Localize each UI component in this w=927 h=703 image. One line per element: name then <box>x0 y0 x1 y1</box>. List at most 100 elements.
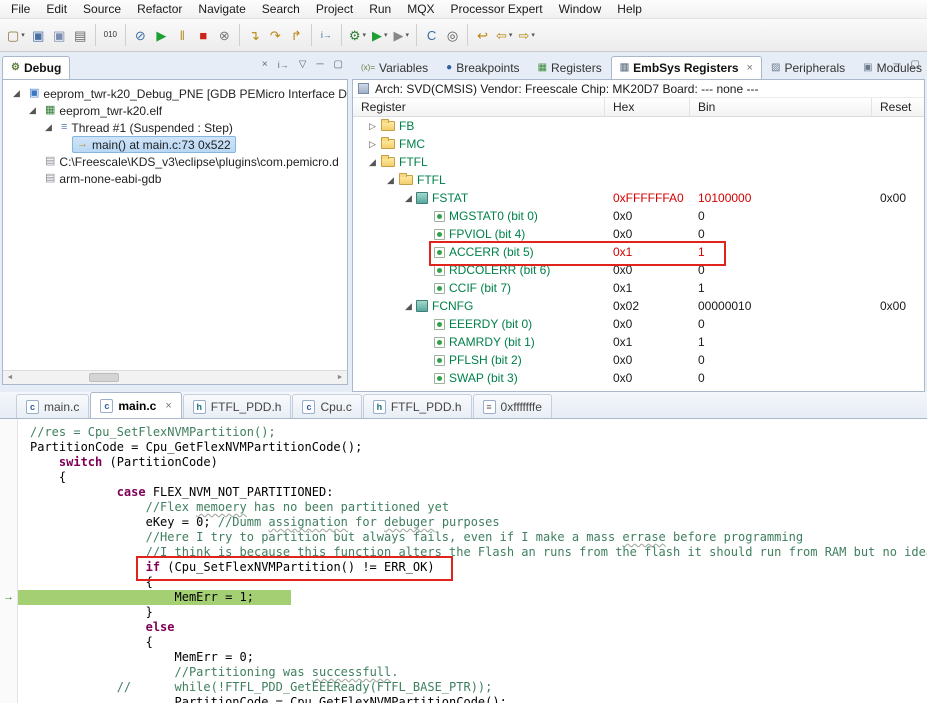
menu-navigate[interactable]: Navigate <box>190 1 253 17</box>
debug-tree-row[interactable]: ◢ ▣ eeprom_twr-k20_Debug_PNE [GDB PEMicro … <box>3 85 347 102</box>
register-row-ccif-bit-7[interactable]: CCIF (bit 7) 0x1 1 <box>353 279 924 297</box>
register-row-swap-bit-3[interactable]: SWAP (bit 3) 0x0 0 <box>353 369 924 387</box>
view-menu-button[interactable]: ▽ <box>298 59 308 71</box>
code-line-15[interactable]: { <box>18 635 927 650</box>
new-wizard-button[interactable]: ▢ ▾ <box>4 23 28 47</box>
register-row-ftfl[interactable]: ◢ FTFL <box>353 153 924 171</box>
tree-expander-icon[interactable]: ◢ <box>401 301 416 311</box>
step-return-button[interactable]: ↱ <box>286 23 307 47</box>
register-row-ftfl[interactable]: ◢ FTFL <box>353 171 924 189</box>
register-row-eeerdy-bit-0[interactable]: EEERDY (bit 0) 0x0 0 <box>353 315 924 333</box>
register-row-mgstat0-bit-0[interactable]: MGSTAT0 (bit 0) 0x0 0 <box>353 207 924 225</box>
remove-all-terminated-button[interactable]: × <box>261 59 269 71</box>
print-button[interactable]: ▤ <box>70 23 91 47</box>
tree-expander-icon[interactable]: ◢ <box>25 106 40 115</box>
register-row-fstat[interactable]: ◢ FSTAT 0xFFFFFFA0 10100000 0x00 <box>353 189 924 207</box>
tab-breakpoints[interactable]: ● Breakpoints <box>437 56 528 79</box>
close-tab-icon[interactable]: × <box>165 400 171 412</box>
close-tab-icon[interactable]: × <box>747 62 753 74</box>
save-all-button[interactable]: ▣ <box>49 23 70 47</box>
editor-tab-ftfl-pdd-h[interactable]: h FTFL_PDD.h <box>182 394 292 418</box>
code-line-14[interactable]: else <box>18 620 927 635</box>
save-button[interactable]: ▣ <box>28 23 49 47</box>
new-c-project-button[interactable]: C <box>421 23 442 47</box>
code-line-5[interactable]: case FLEX_NVM_NOT_PARTITIONED: <box>18 485 927 500</box>
code-line-2[interactable]: PartitionCode = Cpu_GetFlexNVMPartitionC… <box>18 440 927 455</box>
column-header-bin[interactable]: Bin <box>690 98 872 116</box>
tree-expander-icon[interactable]: ◢ <box>41 123 56 132</box>
code-line-17[interactable]: //Partitioning was successfull. <box>18 665 927 680</box>
menu-edit[interactable]: Edit <box>38 1 75 17</box>
menu-window[interactable]: Window <box>551 1 610 17</box>
menu-project[interactable]: Project <box>308 1 361 17</box>
editor-tab-ftfl-pdd-h[interactable]: h FTFL_PDD.h <box>362 394 472 418</box>
menu-search[interactable]: Search <box>254 1 308 17</box>
tab-debug[interactable]: ⚙ Debug <box>2 56 71 79</box>
external-tools-button[interactable]: ▶ ▾ <box>391 23 413 47</box>
code-line-12[interactable]: MemErr = 1; <box>18 590 927 605</box>
tree-expander-icon[interactable]: ◢ <box>365 157 380 167</box>
code-line-3[interactable]: switch (PartitionCode) <box>18 455 927 470</box>
editor-tab-0xfffffffe[interactable]: ≡ 0xfffffffe <box>472 394 552 418</box>
minimize-button[interactable]: ─ <box>315 59 324 71</box>
maximize-button[interactable]: ▢ <box>333 59 344 71</box>
tab-variables[interactable]: (x)= Variables <box>352 56 437 79</box>
debug-tree-row[interactable]: ◢ ≡ Thread #1 (Suspended : Step) <box>3 119 347 136</box>
editor-tab-cpu-c[interactable]: c Cpu.c <box>292 394 362 418</box>
tree-expander-icon[interactable]: ▷ <box>365 139 380 149</box>
tab-embsys-registers[interactable]: ▥ EmbSys Registers × <box>610 56 762 79</box>
debug-binary-button[interactable]: 010 <box>100 23 121 47</box>
column-header-hex[interactable]: Hex <box>605 98 690 116</box>
register-row-fcnfg[interactable]: ◢ FCNFG 0x02 00000010 0x00 <box>353 297 924 315</box>
register-row-pflsh-bit-2[interactable]: PFLSH (bit 2) 0x0 0 <box>353 351 924 369</box>
tree-expander-icon[interactable]: ◢ <box>401 193 416 203</box>
register-row-ramrdy-bit-1[interactable]: RAMRDY (bit 1) 0x1 1 <box>353 333 924 351</box>
last-edit-location-button[interactable]: ↩ <box>472 23 493 47</box>
register-row-fb[interactable]: ▷ FB <box>353 117 924 135</box>
menu-source[interactable]: Source <box>75 1 129 17</box>
code-line-16[interactable]: MemErr = 0; <box>18 650 927 665</box>
instruction-stepping-button[interactable]: i→ <box>316 23 337 47</box>
editor-tab-main-c[interactable]: c main.c <box>16 394 90 418</box>
suspend-button[interactable]: ‖ <box>172 23 193 47</box>
menu-help[interactable]: Help <box>609 1 650 17</box>
run-button[interactable]: ▶ ▾ <box>369 23 391 47</box>
code-line-1[interactable]: //res = Cpu_SetFlexNVMPartition(); <box>18 425 927 440</box>
step-over-button[interactable]: ↷ <box>265 23 286 47</box>
menu-refactor[interactable]: Refactor <box>129 1 190 17</box>
scroll-right-arrow-icon[interactable]: ► <box>333 374 347 381</box>
tree-expander-icon[interactable]: ▷ <box>365 121 380 131</box>
menu-file[interactable]: File <box>3 1 38 17</box>
code-line-19[interactable]: PartitionCode = Cpu_GetFlexNVMPartitionC… <box>18 695 927 703</box>
tab-registers[interactable]: ▦ Registers <box>529 56 611 79</box>
code-line-18[interactable]: // while(!FTFL_PDD_GetEEEReady(FTFL_BASE… <box>18 680 927 695</box>
menu-mqx[interactable]: MQX <box>399 1 442 17</box>
debug-horizontal-scrollbar[interactable]: ◄ ► <box>3 370 347 384</box>
editor-tab-main-c[interactable]: c main.c × <box>90 392 182 418</box>
debug-tree-row[interactable]: → main() at main.c:73 0x522 <box>3 136 347 153</box>
column-header-reset[interactable]: Reset <box>872 98 924 116</box>
instruction-stepping-mode-button[interactable]: i→ <box>277 60 290 71</box>
search-button[interactable]: ◎ <box>442 23 463 47</box>
maximize-button[interactable]: ▢ <box>910 59 921 71</box>
tree-expander-icon[interactable]: ◢ <box>383 175 398 185</box>
tab-peripherals[interactable]: ▨ Peripherals <box>762 56 854 79</box>
editor-ruler[interactable]: → <box>0 419 18 703</box>
back-button[interactable]: ⇦ ▾ <box>493 23 515 47</box>
debug-tree-row[interactable]: ◢ ▦ eeprom_twr-k20.elf <box>3 102 347 119</box>
debug-button[interactable]: ⚙ ▾ <box>346 23 369 47</box>
tree-expander-icon[interactable]: ◢ <box>9 89 24 98</box>
code-line-4[interactable]: { <box>18 470 927 485</box>
terminate-button[interactable]: ■ <box>193 23 214 47</box>
menu-processor-expert[interactable]: Processor Expert <box>443 1 551 17</box>
scrollbar-thumb[interactable] <box>89 373 119 382</box>
resume-button[interactable]: ▶ <box>151 23 172 47</box>
column-header-register[interactable]: Register <box>353 98 605 116</box>
menu-run[interactable]: Run <box>361 1 399 17</box>
debug-tree-row[interactable]: ▤ arm-none-eabi-gdb <box>3 170 347 187</box>
disconnect-button[interactable]: ⊗ <box>214 23 235 47</box>
code-line-7[interactable]: eKey = 0; //Dumm assignation for debuger… <box>18 515 927 530</box>
skip-all-breakpoints-button[interactable]: ⊘ <box>130 23 151 47</box>
forward-button[interactable]: ⇨ ▾ <box>515 23 537 47</box>
register-row-fmc[interactable]: ▷ FMC <box>353 135 924 153</box>
